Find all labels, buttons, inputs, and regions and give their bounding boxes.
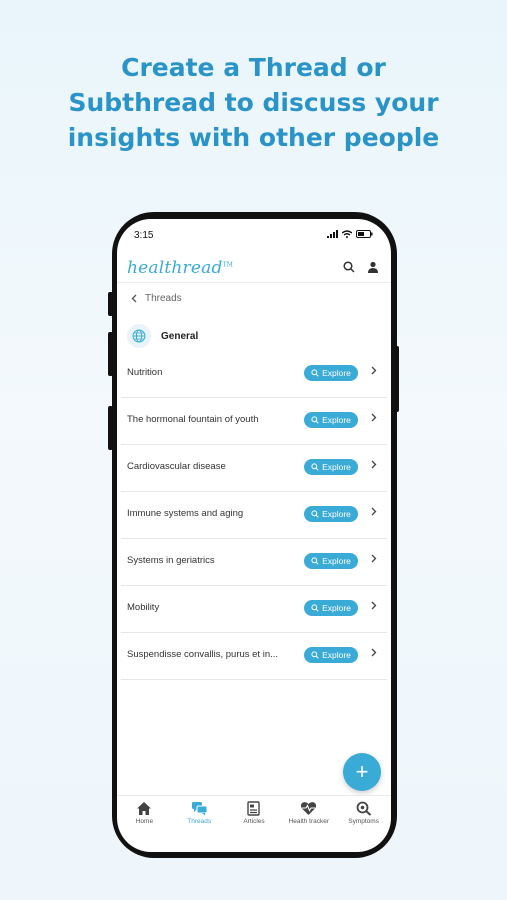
explore-button[interactable]: Explore xyxy=(304,412,358,428)
status-icons xyxy=(327,230,373,238)
signal-icon xyxy=(327,230,338,238)
tab-articles[interactable]: Articles xyxy=(227,796,282,835)
explore-label: Explore xyxy=(322,556,351,566)
phone-side-button xyxy=(108,332,113,376)
thread-label: Mobility xyxy=(127,602,160,613)
thread-label: Cardiovascular disease xyxy=(127,461,226,472)
explore-label: Explore xyxy=(322,415,351,425)
section-header-general: General xyxy=(127,324,198,348)
threads-icon xyxy=(191,802,208,816)
promo-headline: Create a Thread or Subthread to discuss … xyxy=(0,50,507,155)
explore-icon xyxy=(311,604,319,612)
add-thread-button[interactable]: + xyxy=(343,753,381,791)
explore-button[interactable]: Explore xyxy=(304,600,358,616)
explore-icon xyxy=(311,463,319,471)
explore-icon xyxy=(311,557,319,565)
breadcrumb[interactable]: Threads xyxy=(131,293,182,304)
explore-button[interactable]: Explore xyxy=(304,553,358,569)
chevron-right-icon[interactable] xyxy=(371,554,377,563)
home-icon xyxy=(137,802,152,815)
thread-row[interactable]: Mobility Explore xyxy=(121,586,387,633)
explore-icon xyxy=(311,369,319,377)
chevron-right-icon[interactable] xyxy=(371,413,377,422)
symptoms-icon xyxy=(356,801,371,816)
thread-row[interactable]: Cardiovascular disease Explore xyxy=(121,445,387,492)
chevron-right-icon[interactable] xyxy=(371,507,377,516)
tab-label: Health tracker xyxy=(288,818,330,825)
tab-health-tracker[interactable]: Health tracker xyxy=(281,796,336,835)
thread-row[interactable]: Systems in geriatrics Explore xyxy=(121,539,387,586)
chevron-right-icon[interactable] xyxy=(371,460,377,469)
headline-line-1: Create a Thread or xyxy=(121,53,386,82)
phone-side-button xyxy=(394,346,399,412)
search-icon[interactable] xyxy=(343,261,355,273)
wifi-icon xyxy=(342,230,352,238)
thread-row[interactable]: Suspendisse convallis, purus et in... Ex… xyxy=(121,633,387,680)
plus-icon: + xyxy=(355,759,369,784)
headline-line-3: insights with other people xyxy=(67,123,440,152)
breadcrumb-label: Threads xyxy=(145,293,182,304)
thread-label: The hormonal fountain of youth xyxy=(127,414,259,425)
tab-label: Symptoms xyxy=(348,818,379,825)
explore-icon xyxy=(311,416,319,424)
section-title: General xyxy=(161,330,199,342)
phone-side-button xyxy=(108,406,113,450)
header-actions xyxy=(343,261,379,273)
thread-row[interactable]: Immune systems and aging Explore xyxy=(121,492,387,539)
explore-label: Explore xyxy=(322,462,351,472)
explore-button[interactable]: Explore xyxy=(304,647,358,663)
explore-button[interactable]: Explore xyxy=(304,365,358,381)
explore-button[interactable]: Explore xyxy=(304,459,358,475)
back-chevron-icon[interactable] xyxy=(131,294,137,303)
chevron-right-icon[interactable] xyxy=(371,648,377,657)
thread-label: Immune systems and aging xyxy=(127,508,244,519)
explore-label: Explore xyxy=(322,650,351,660)
explore-icon xyxy=(311,510,319,518)
explore-button[interactable]: Explore xyxy=(304,506,358,522)
thread-row[interactable]: Nutrition Explore xyxy=(121,351,387,398)
status-bar: 3:15 xyxy=(117,219,391,249)
thread-label: Nutrition xyxy=(127,367,163,378)
tab-threads[interactable]: Threads xyxy=(172,796,227,835)
tab-label: Articles xyxy=(243,818,265,825)
phone-side-button xyxy=(108,292,113,316)
app-header: healthreadTM xyxy=(117,253,391,283)
thread-row[interactable]: The hormonal fountain of youth Explore xyxy=(121,398,387,445)
status-time: 3:15 xyxy=(134,230,154,241)
chevron-right-icon[interactable] xyxy=(371,601,377,610)
explore-label: Explore xyxy=(322,603,351,613)
thread-list: Nutrition Explore The hormonal fountain … xyxy=(117,351,391,680)
articles-icon xyxy=(247,801,261,816)
globe-icon xyxy=(127,324,151,348)
explore-label: Explore xyxy=(322,368,351,378)
health-tracker-icon xyxy=(301,802,317,815)
chevron-right-icon[interactable] xyxy=(371,366,377,375)
thread-label: Systems in geriatrics xyxy=(127,555,215,566)
explore-icon xyxy=(311,651,319,659)
tab-symptoms[interactable]: Symptoms xyxy=(336,796,391,835)
tab-home[interactable]: Home xyxy=(117,796,172,835)
profile-icon[interactable] xyxy=(367,261,379,273)
app-logo: healthreadTM xyxy=(127,258,233,278)
logo-text: healthread xyxy=(127,258,223,278)
tab-label: Home xyxy=(135,818,154,825)
explore-label: Explore xyxy=(322,509,351,519)
phone-screen: 3:15 healthreadTM Threads General Nutrit… xyxy=(117,219,391,852)
bottom-tab-bar: Home Threads Articles Health tracker Sym… xyxy=(117,795,391,835)
battery-icon xyxy=(356,230,373,238)
headline-line-2: Subthread to discuss your xyxy=(68,88,439,117)
logo-tm: TM xyxy=(222,261,234,269)
tab-label: Threads xyxy=(187,818,212,825)
thread-label: Suspendisse convallis, purus et in... xyxy=(127,649,279,660)
